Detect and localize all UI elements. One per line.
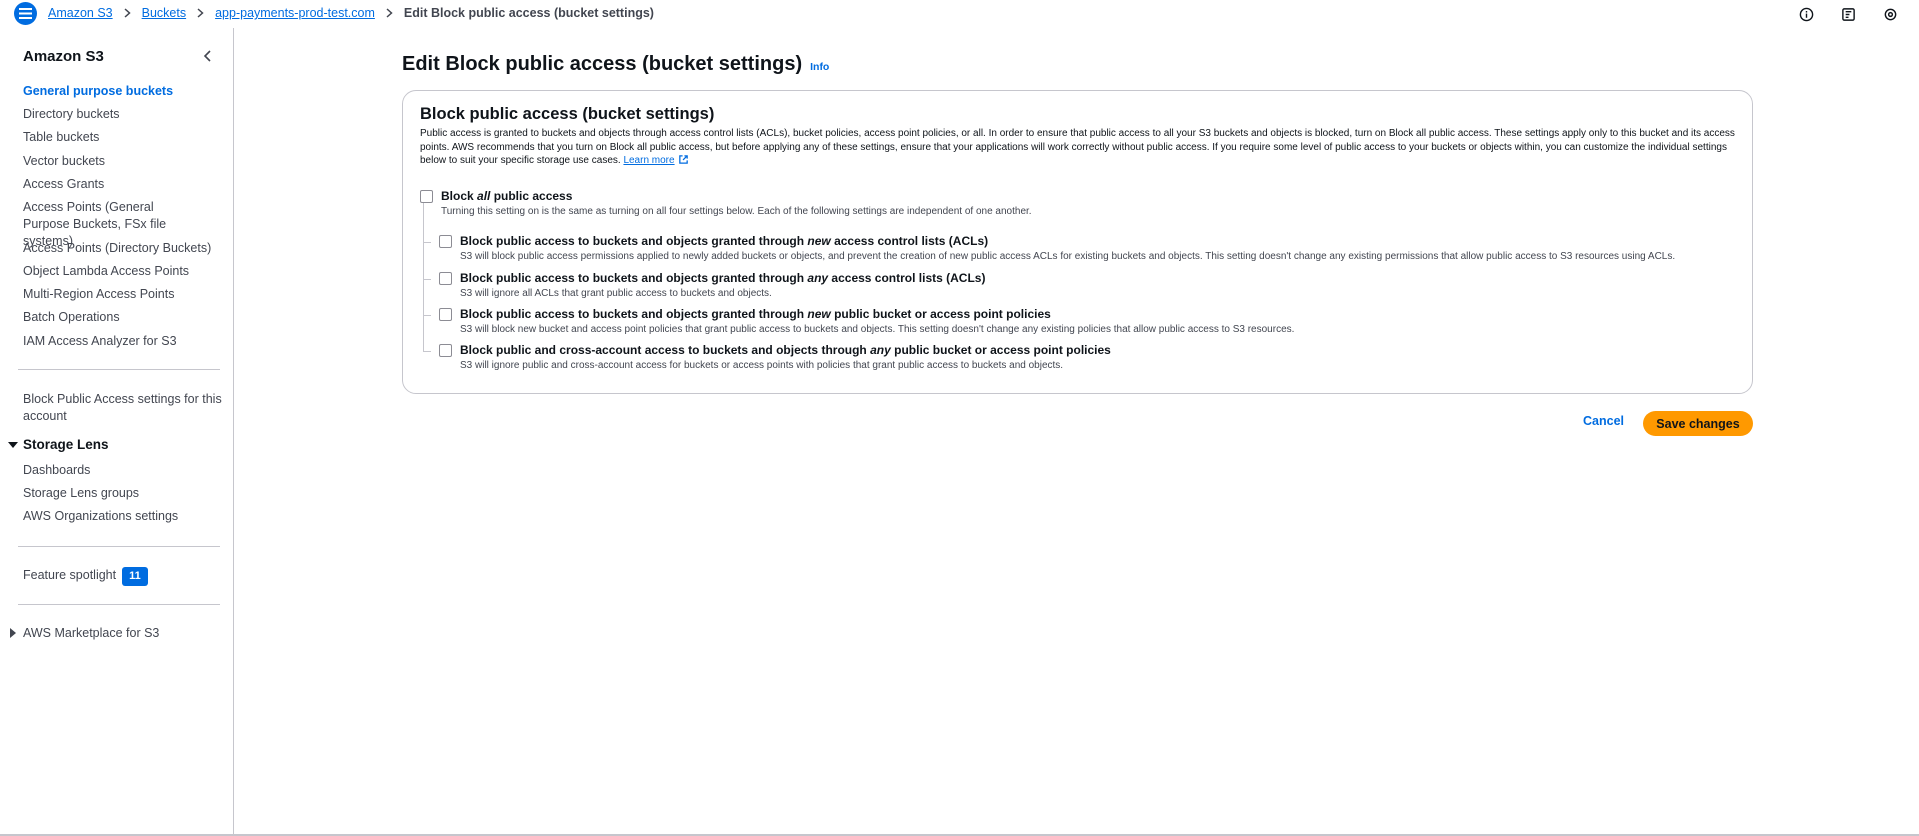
marketplace-label: AWS Marketplace for S3 — [23, 626, 160, 640]
caret-down-icon — [8, 441, 18, 448]
breadcrumb-bucket-name[interactable]: app-payments-prod-test.com — [215, 6, 375, 20]
sidebar-title: Amazon S3 — [23, 48, 104, 65]
block-new-policies-checkbox[interactable] — [439, 308, 452, 321]
block-new-policies-label: Block public access to buckets and objec… — [460, 307, 1051, 321]
breadcrumb-amazon-s3[interactable]: Amazon S3 — [48, 6, 113, 20]
block-any-acls-option: Block public access to buckets and objec… — [439, 270, 985, 300]
info-link[interactable]: Info — [810, 61, 829, 73]
sidebar-item-aws-organizations-settings[interactable]: AWS Organizations settings — [23, 508, 223, 525]
collapse-sidebar-icon[interactable] — [200, 48, 216, 64]
marketplace-section-toggle[interactable]: AWS Marketplace for S3 — [8, 626, 159, 640]
sidebar-item-multi-region[interactable]: Multi-Region Access Points — [23, 286, 223, 303]
tree-branch — [423, 315, 431, 316]
sidebar-item-feature-spotlight[interactable]: Feature spotlight 11 — [23, 567, 223, 586]
panel-title: Block public access (bucket settings) — [420, 105, 715, 123]
side-navigation: Amazon S3 General purpose buckets Direct… — [0, 28, 234, 836]
sidebar-item-vector-buckets[interactable]: Vector buckets — [23, 153, 223, 170]
block-all-description: Turning this setting on is the same as t… — [441, 206, 1032, 217]
document-export-icon[interactable] — [1839, 5, 1857, 23]
sidebar-item-general-purpose-buckets[interactable]: General purpose buckets — [23, 83, 223, 100]
sidebar-item-storage-lens-groups[interactable]: Storage Lens groups — [23, 485, 223, 502]
sidebar-item-dashboards[interactable]: Dashboards — [23, 462, 223, 479]
panel-description-text: Public access is granted to buckets and … — [420, 128, 1735, 166]
sidebar-item-directory-buckets[interactable]: Directory buckets — [23, 106, 223, 123]
caret-right-icon — [10, 628, 16, 638]
tree-branch — [423, 279, 431, 280]
block-new-acls-option: Block public access to buckets and objec… — [439, 233, 1675, 263]
sidebar-item-block-public-access-account[interactable]: Block Public Access settings for this ac… — [23, 391, 223, 425]
save-changes-button[interactable]: Save changes — [1643, 411, 1753, 436]
sidebar-item-access-grants[interactable]: Access Grants — [23, 176, 223, 193]
block-new-policies-description: S3 will block new bucket and access poin… — [460, 324, 1295, 335]
top-navigation-bar: Amazon S3 Buckets app-payments-prod-test… — [0, 0, 1919, 28]
page-title-text: Edit Block public access (bucket setting… — [402, 53, 803, 75]
block-all-public-access-option: Block all public access Turning this set… — [420, 188, 1032, 218]
chevron-right-icon — [124, 8, 131, 18]
block-any-policies-checkbox[interactable] — [439, 344, 452, 357]
chevron-right-icon — [197, 8, 204, 18]
sidebar-divider — [18, 369, 220, 370]
sidebar-item-batch-operations[interactable]: Batch Operations — [23, 309, 223, 326]
sidebar-item-iam-access-analyzer[interactable]: IAM Access Analyzer for S3 — [23, 333, 223, 350]
feature-spotlight-label: Feature spotlight — [23, 568, 117, 582]
block-any-acls-label: Block public access to buckets and objec… — [460, 271, 986, 285]
breadcrumb: Amazon S3 Buckets app-payments-prod-test… — [48, 6, 654, 20]
sidebar-divider — [18, 546, 220, 547]
block-any-policies-option: Block public and cross-account access to… — [439, 342, 1111, 372]
breadcrumb-buckets[interactable]: Buckets — [142, 6, 186, 20]
block-new-acls-label: Block public access to buckets and objec… — [460, 234, 989, 248]
breadcrumb-current: Edit Block public access (bucket setting… — [403, 6, 654, 20]
external-link-icon — [678, 155, 688, 164]
sidebar-item-table-buckets[interactable]: Table buckets — [23, 129, 223, 146]
hamburger-menu-icon[interactable] — [14, 2, 37, 25]
info-circle-icon[interactable] — [1797, 5, 1815, 23]
tree-branch — [423, 242, 431, 243]
top-icon-group — [1797, 5, 1899, 23]
learn-more-link[interactable]: Learn more — [623, 155, 674, 166]
block-all-label: Block all public access — [441, 189, 573, 203]
tree-branch — [423, 351, 431, 352]
sidebar-item-object-lambda[interactable]: Object Lambda Access Points — [23, 263, 223, 280]
page-title: Edit Block public access (bucket setting… — [402, 53, 829, 76]
settings-gear-icon[interactable] — [1881, 5, 1899, 23]
block-any-policies-description: S3 will ignore public and cross-account … — [460, 360, 1064, 371]
block-new-acls-checkbox[interactable] — [439, 235, 452, 248]
storage-lens-title: Storage Lens — [23, 437, 109, 452]
sidebar-item-access-points-directory[interactable]: Access Points (Directory Buckets) — [23, 240, 223, 257]
feature-spotlight-count-badge: 11 — [122, 567, 148, 586]
block-new-policies-option: Block public access to buckets and objec… — [439, 306, 1294, 336]
block-any-acls-checkbox[interactable] — [439, 272, 452, 285]
block-public-access-panel: Block public access (bucket settings) Pu… — [402, 90, 1753, 394]
tree-connector — [423, 203, 424, 351]
panel-description: Public access is granted to buckets and … — [420, 127, 1740, 168]
chevron-right-icon — [386, 8, 393, 18]
sidebar-divider — [18, 604, 220, 605]
storage-lens-section-toggle[interactable]: Storage Lens — [8, 437, 109, 452]
block-any-acls-description: S3 will ignore all ACLs that grant publi… — [460, 288, 772, 299]
block-any-policies-label: Block public and cross-account access to… — [460, 343, 1111, 357]
cancel-button[interactable]: Cancel — [1583, 414, 1624, 428]
block-new-acls-description: S3 will block public access permissions … — [460, 251, 1676, 262]
block-all-public-access-checkbox[interactable] — [420, 190, 433, 203]
